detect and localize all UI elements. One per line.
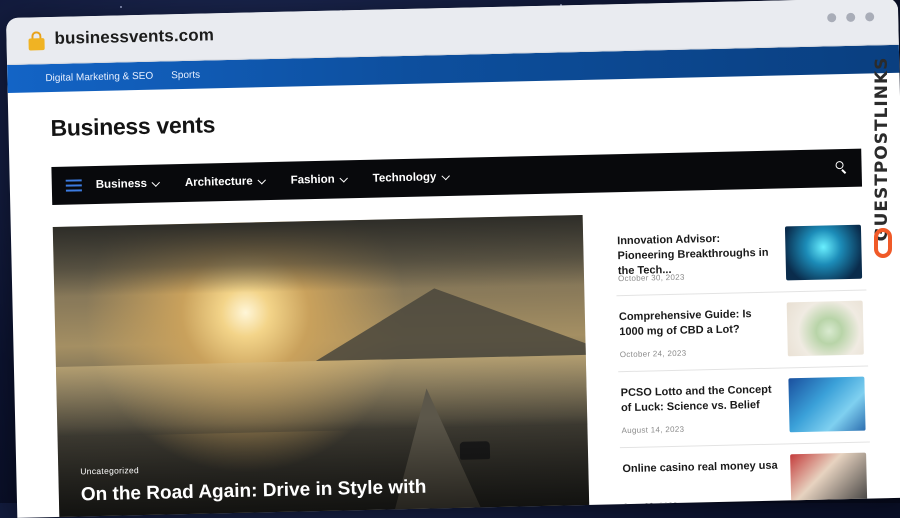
nav-item-label: Fashion xyxy=(290,173,335,187)
hamburger-icon[interactable] xyxy=(65,176,82,194)
list-item[interactable]: Comprehensive Guide: Is 1000 mg of CBD a… xyxy=(616,289,869,372)
post-title[interactable]: Innovation Advisor: Pioneering Breakthro… xyxy=(617,231,778,280)
browser-window: businessvents.com Digital Marketing & SE… xyxy=(6,0,900,518)
post-date: October 24, 2023 xyxy=(619,348,687,360)
chevron-down-icon xyxy=(441,171,450,180)
post-title[interactable]: Online casino real money usa xyxy=(622,459,782,478)
search-icon[interactable] xyxy=(835,161,847,174)
window-dot-icon[interactable] xyxy=(827,13,837,23)
nav-item-fashion[interactable]: Fashion xyxy=(290,173,348,187)
sidebar-post-list: Innovation Advisor: Pioneering Breakthro… xyxy=(615,215,872,518)
list-item[interactable]: Innovation Advisor: Pioneering Breakthro… xyxy=(615,215,867,296)
post-thumbnail[interactable] xyxy=(788,376,866,433)
featured-post[interactable]: Uncategorized On the Road Again: Drive i… xyxy=(52,214,590,518)
featured-category[interactable]: Uncategorized xyxy=(80,465,139,476)
site-title[interactable]: Business vents xyxy=(50,111,215,142)
nav-item-business[interactable]: Business xyxy=(95,177,161,192)
lock-icon xyxy=(28,31,45,51)
guestpostlinks-watermark: GUESTPOSTLINKS xyxy=(872,48,894,288)
post-date: August 14, 2023 xyxy=(621,424,685,436)
address-bar[interactable]: businessvents.com xyxy=(54,25,214,49)
post-thumbnail[interactable] xyxy=(786,300,864,357)
window-dot-icon[interactable] xyxy=(846,12,856,22)
post-date: October 30, 2023 xyxy=(617,272,685,284)
post-title[interactable]: PCSO Lotto and the Concept of Luck: Scie… xyxy=(621,383,782,417)
window-controls xyxy=(827,12,875,23)
window-dot-icon[interactable] xyxy=(865,12,875,22)
post-thumbnail[interactable] xyxy=(784,224,863,281)
nav-item-technology[interactable]: Technology xyxy=(372,171,450,185)
chevron-down-icon xyxy=(257,175,266,184)
nav-item-label: Technology xyxy=(372,171,437,185)
nav-item-label: Business xyxy=(95,177,148,192)
main-nav: Business Architecture Fashion Technology xyxy=(51,148,863,205)
post-thumbnail[interactable] xyxy=(790,452,868,509)
watermark-text: GUESTPOSTLINKS xyxy=(872,56,892,242)
post-title[interactable]: Comprehensive Guide: Is 1000 mg of CBD a… xyxy=(619,307,780,341)
chevron-down-icon xyxy=(339,173,348,183)
list-item[interactable]: PCSO Lotto and the Concept of Luck: Scie… xyxy=(618,365,870,448)
list-item[interactable]: Online casino real money usa June 20, 20… xyxy=(619,441,872,518)
topbar-link-sports[interactable]: Sports xyxy=(171,69,200,81)
topbar-link-digital-marketing[interactable]: Digital Marketing & SEO xyxy=(45,70,153,83)
chevron-down-icon xyxy=(151,177,161,187)
link-logo-icon xyxy=(874,228,892,258)
nav-item-architecture[interactable]: Architecture xyxy=(184,175,266,189)
nav-item-label: Architecture xyxy=(184,175,253,189)
post-date: June 20, 2023 xyxy=(623,500,678,512)
